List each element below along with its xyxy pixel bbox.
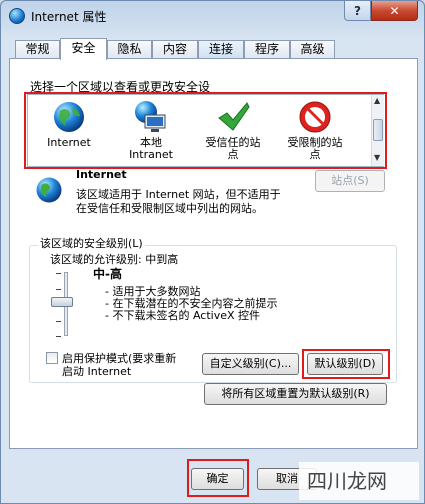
scroll-up-icon[interactable]: ▲ (374, 96, 380, 105)
zone-internet[interactable]: Internet (28, 99, 110, 149)
tab-general[interactable]: 常规 (15, 40, 60, 59)
protected-mode-checkbox[interactable] (46, 352, 58, 364)
zone-local-intranet[interactable]: 本地 Intranet (110, 99, 192, 161)
tab-content[interactable]: 内容 (152, 40, 198, 59)
dialog-window: Internet 属性 ? ✕ 常规 安全 隐私 内容 连接 程序 高级 选择一… (0, 0, 425, 504)
zone-list-scrollbar[interactable]: ▲ ▼ (371, 95, 384, 166)
no-entry-icon (299, 101, 331, 133)
tab-security[interactable]: 安全 (60, 38, 107, 60)
reset-all-zones-button[interactable]: 将所有区域重置为默认级别(R) (204, 383, 387, 405)
zone-heading: 选择一个区域以查看或更改安全设 (30, 80, 211, 94)
sites-button[interactable]: 站点(S) (315, 170, 385, 192)
close-button[interactable]: ✕ (371, 1, 418, 21)
checkmark-icon (218, 102, 250, 131)
protected-mode-label-2: 启动 Internet (62, 365, 132, 378)
slider-tick (56, 273, 61, 274)
globe-icon (54, 102, 84, 132)
level-name: 中-高 (93, 267, 122, 281)
tab-connections[interactable]: 连接 (198, 40, 244, 59)
selected-zone-description-2: 在受信任和受限制区域中列出的网站。 (76, 202, 263, 215)
ok-button[interactable]: 确定 (191, 468, 244, 490)
selected-zone-globe-icon (36, 177, 62, 203)
help-button[interactable]: ? (344, 1, 371, 21)
zone-trusted-label: 受信任的站 点 (205, 136, 261, 161)
internet-options-icon (9, 8, 25, 24)
zone-restricted-sites[interactable]: 受限制的站 点 (274, 99, 356, 161)
zone-trusted-sites[interactable]: 受信任的站 点 (192, 99, 274, 161)
slider-tick (56, 336, 61, 337)
intranet-icon (135, 101, 166, 132)
security-level-label: 该区域的安全级别(L) (38, 235, 145, 251)
level-bullet-3: - 不下载未签名的 ActiveX 控件 (105, 309, 261, 322)
selected-zone-name: Internet (76, 168, 127, 181)
title-bar[interactable]: Internet 属性 ? ✕ (1, 1, 424, 31)
tab-privacy[interactable]: 隐私 (107, 40, 152, 59)
zone-restricted-label: 受限制的站 点 (287, 136, 343, 161)
slider-tick (56, 289, 61, 290)
scroll-down-icon[interactable]: ▼ (374, 153, 380, 162)
slider-tick (56, 321, 61, 322)
zone-internet-label: Internet (47, 136, 91, 149)
tab-programs[interactable]: 程序 (244, 40, 290, 59)
scroll-thumb[interactable] (373, 119, 383, 141)
zone-list: Internet 本地 Intranet 受信任的站 点 受限制的站 点 ▲ ▼ (27, 94, 384, 167)
tab-advanced[interactable]: 高级 (290, 40, 335, 59)
zone-intranet-label: 本地 Intranet (129, 136, 173, 161)
watermark: 四川龙网 (299, 462, 419, 500)
custom-level-button[interactable]: 自定义级别(C)... (202, 353, 299, 375)
default-level-button[interactable]: 默认级别(D) (307, 353, 383, 375)
window-title: Internet 属性 (31, 10, 107, 24)
security-slider-thumb[interactable] (51, 297, 73, 307)
